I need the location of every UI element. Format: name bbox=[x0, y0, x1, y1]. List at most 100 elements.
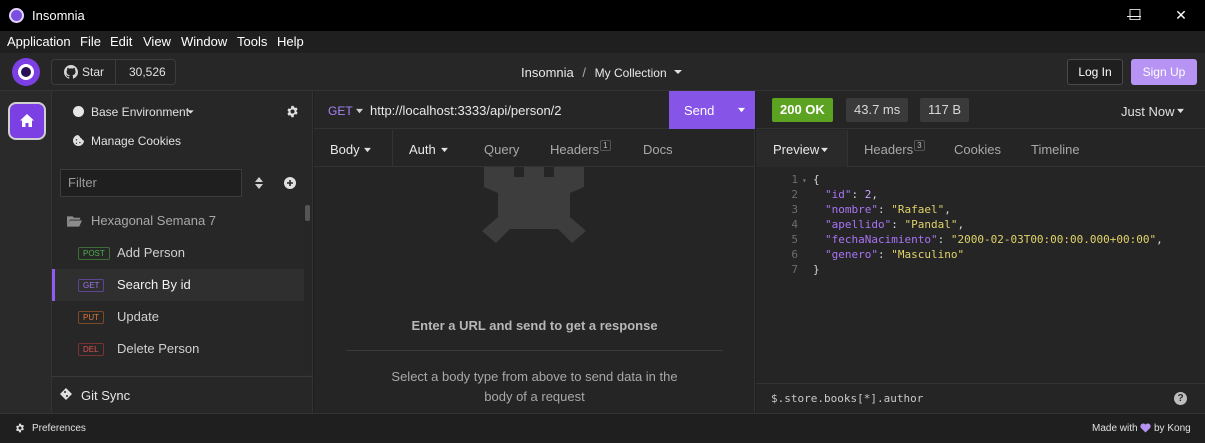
close-window-button[interactable]: ✕ bbox=[1158, 0, 1204, 31]
login-button[interactable]: Log In bbox=[1067, 59, 1123, 85]
send-options-chevron-icon[interactable] bbox=[737, 107, 746, 114]
folder-row[interactable]: Hexagonal Semana 7 bbox=[52, 205, 304, 237]
request-item-update[interactable]: PUT Update bbox=[52, 301, 304, 333]
auth-chevron-icon[interactable] bbox=[440, 147, 449, 153]
json-line: "apellido": "Pandal", bbox=[825, 218, 965, 231]
chevron-down-icon[interactable] bbox=[673, 67, 683, 77]
status-badge: 200 OK bbox=[772, 98, 833, 122]
empty-response-title: Enter a URL and send to get a response bbox=[411, 318, 658, 333]
request-name: Update bbox=[117, 309, 159, 324]
request-name: Search By id bbox=[117, 277, 191, 292]
response-size-badge: 117 B bbox=[920, 98, 970, 122]
breadcrumb: Insomnia / My Collection bbox=[521, 65, 683, 80]
left-rail bbox=[0, 91, 52, 413]
preview-chevron-icon[interactable] bbox=[820, 147, 829, 153]
send-label: Send bbox=[684, 103, 715, 118]
method-badge-del: DEL bbox=[78, 343, 104, 356]
body-hint-line2: body of a request bbox=[484, 389, 585, 404]
menu-application[interactable]: Application bbox=[7, 34, 71, 49]
json-brace-close: } bbox=[813, 263, 820, 276]
breadcrumb-collection[interactable]: My Collection bbox=[595, 66, 667, 80]
github-star-group[interactable]: Star 30,526 bbox=[51, 59, 176, 85]
response-history-selector[interactable]: Just Now bbox=[1121, 104, 1174, 119]
response-filter-bar: $.store.books[*].author ? bbox=[756, 383, 1205, 413]
menu-view[interactable]: View bbox=[143, 34, 171, 49]
preferences-link[interactable]: Preferences bbox=[32, 423, 86, 434]
gear-icon[interactable] bbox=[286, 105, 299, 118]
tab-cookies[interactable]: Cookies bbox=[954, 142, 1001, 157]
by-kong-label: by Kong bbox=[1154, 423, 1191, 434]
sidebar-scrollbar[interactable] bbox=[304, 205, 311, 373]
method-badge-get: GET bbox=[78, 279, 105, 292]
cookie-icon bbox=[73, 135, 84, 146]
tab-response-headers[interactable]: Headers 3 bbox=[864, 140, 925, 157]
signup-button[interactable]: Sign Up bbox=[1131, 59, 1197, 85]
response-tabs: Preview Headers 3 Cookies Timeline bbox=[756, 130, 1205, 167]
menu-help[interactable]: Help bbox=[277, 34, 304, 49]
response-time-badge: 43.7 ms bbox=[846, 98, 909, 122]
response-json-viewer[interactable]: 1 ▾ { 2 "id": 2, 3 "nombre": "Rafael", 4… bbox=[756, 172, 1205, 282]
git-icon bbox=[60, 388, 72, 400]
git-sync-bar[interactable]: Git Sync bbox=[52, 376, 313, 413]
breadcrumb-project[interactable]: Insomnia bbox=[521, 65, 574, 80]
menu-tools[interactable]: Tools bbox=[237, 34, 267, 49]
json-line: "id": 2, bbox=[825, 188, 878, 201]
body-hint-line1: Select a body type from above to send da… bbox=[391, 369, 678, 384]
help-icon[interactable]: ? bbox=[1174, 392, 1187, 405]
window-title-bar: Insomnia — ☐ ✕ bbox=[0, 0, 1205, 31]
filter-input[interactable]: Filter bbox=[60, 169, 242, 197]
tab-timeline[interactable]: Timeline bbox=[1031, 142, 1080, 157]
menu-window[interactable]: Window bbox=[181, 34, 227, 49]
fold-caret-icon[interactable]: ▾ bbox=[802, 173, 807, 188]
method-badge-post: POST bbox=[78, 247, 110, 260]
line-number: 5 bbox=[791, 233, 798, 246]
sort-icon[interactable] bbox=[255, 177, 263, 189]
environment-selector[interactable]: Base Environment bbox=[91, 105, 189, 119]
insomnia-app-icon bbox=[9, 8, 24, 23]
menu-bar: Application File Edit View Window Tools … bbox=[0, 31, 1205, 53]
tab-headers[interactable]: Headers 1 bbox=[550, 140, 611, 157]
tab-query[interactable]: Query bbox=[484, 142, 519, 157]
divider bbox=[346, 350, 723, 351]
breadcrumb-separator: / bbox=[582, 65, 586, 80]
request-pane: GET http://localhost:3333/api/person/2 S… bbox=[314, 91, 755, 413]
response-meta-bar: 200 OK 43.7 ms 117 B Just Now bbox=[756, 91, 1205, 129]
environment-chevron-icon[interactable] bbox=[186, 108, 195, 116]
gear-icon[interactable] bbox=[15, 423, 25, 433]
body-chevron-icon[interactable] bbox=[363, 147, 372, 153]
tab-docs[interactable]: Docs bbox=[643, 142, 673, 157]
manage-cookies-link[interactable]: Manage Cookies bbox=[91, 134, 181, 148]
tab-auth[interactable]: Auth bbox=[409, 142, 436, 157]
request-name: Delete Person bbox=[117, 341, 200, 356]
line-number: 4 bbox=[791, 218, 798, 231]
request-item-add-person[interactable]: POST Add Person bbox=[52, 237, 304, 269]
heart-icon bbox=[1140, 423, 1151, 433]
history-chevron-icon[interactable] bbox=[1176, 108, 1185, 114]
add-icon[interactable] bbox=[284, 177, 296, 189]
menu-edit[interactable]: Edit bbox=[110, 34, 132, 49]
tab-body[interactable]: Body bbox=[330, 142, 360, 157]
line-number: 3 bbox=[791, 203, 798, 216]
url-bar: GET http://localhost:3333/api/person/2 S… bbox=[314, 91, 755, 129]
send-button[interactable]: Send bbox=[669, 91, 755, 129]
json-line: "fechaNacimiento": "2000-02-03T00:00:00.… bbox=[825, 233, 1163, 246]
method-selector[interactable]: GET bbox=[328, 104, 353, 118]
method-chevron-icon[interactable] bbox=[355, 108, 364, 115]
request-item-delete-person[interactable]: DEL Delete Person bbox=[52, 333, 304, 365]
insomnia-logo-icon[interactable] bbox=[12, 58, 40, 86]
url-input[interactable]: http://localhost:3333/api/person/2 bbox=[370, 103, 562, 118]
home-button[interactable] bbox=[8, 102, 46, 140]
menu-file[interactable]: File bbox=[80, 34, 101, 49]
line-number: 7 bbox=[791, 263, 798, 276]
response-filter-input[interactable]: $.store.books[*].author bbox=[771, 392, 923, 405]
folder-open-icon bbox=[67, 216, 82, 227]
response-headers-count-badge: 3 bbox=[914, 140, 925, 151]
request-item-search-by-id[interactable]: GET Search By id bbox=[52, 269, 304, 301]
star-count: 30,526 bbox=[129, 65, 166, 79]
made-with-label: Made with bbox=[1092, 423, 1138, 434]
window-title: Insomnia bbox=[32, 8, 85, 23]
line-number: 6 bbox=[791, 248, 798, 261]
tab-preview[interactable]: Preview bbox=[773, 142, 819, 157]
sidebar: Base Environment Manage Cookies Filter H… bbox=[52, 91, 313, 413]
maximize-button[interactable]: ☐ bbox=[1112, 0, 1158, 31]
